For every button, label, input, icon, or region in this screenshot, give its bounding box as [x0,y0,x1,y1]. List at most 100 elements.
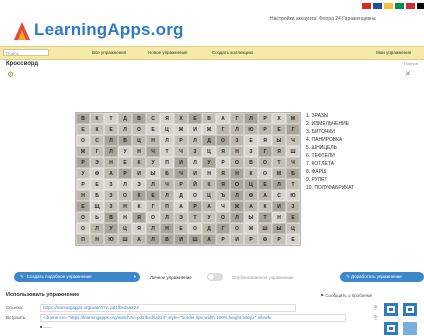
grid-cell[interactable]: И [174,157,188,168]
grid-cell[interactable]: О [188,223,202,234]
grid-cell[interactable]: В [244,157,258,168]
language-flag-icon[interactable] [417,3,424,9]
grid-cell[interactable]: Л [104,146,118,157]
grid-cell[interactable]: Ф [244,190,258,201]
grid-cell[interactable]: Я [216,168,230,179]
grid-cell[interactable]: Р [76,157,90,168]
grid-cell[interactable]: Л [272,179,286,190]
grid-cell[interactable]: О [188,190,202,201]
grid-cell[interactable]: З [286,201,300,212]
grid-cell[interactable]: Л [230,212,244,223]
grid-cell[interactable]: Ф [258,234,272,245]
grid-cell[interactable]: О [258,168,272,179]
grid-cell[interactable]: Н [132,146,146,157]
grid-cell[interactable]: П [160,157,174,168]
grid-cell[interactable]: Ы [272,135,286,146]
qr-code[interactable] [384,303,420,336]
logo-icon[interactable] [14,22,30,40]
grid-cell[interactable]: Н [76,190,90,201]
grid-cell[interactable]: Ч [174,146,188,157]
grid-cell[interactable]: И [174,234,188,245]
grid-cell[interactable]: Ы [146,168,160,179]
brand-logo[interactable]: LearningApps.org [34,20,184,40]
grid-cell[interactable]: Ч [286,135,300,146]
report-problem-link[interactable]: ⚑ Сообщить о проблеме [320,293,372,299]
grid-cell[interactable]: Х [272,113,286,124]
grid-cell[interactable]: Е [244,135,258,146]
grid-cell[interactable]: Ы [244,212,258,223]
grid-cell[interactable]: Т [188,212,202,223]
grid-cell[interactable]: Э [174,212,188,223]
grid-cell[interactable]: К [132,190,146,201]
grid-cell[interactable]: П [160,201,174,212]
fullscreen-link[interactable]: Полное [404,61,418,66]
grid-cell[interactable]: С [272,190,286,201]
grid-cell[interactable]: Е [118,157,132,168]
language-flags[interactable] [362,3,424,9]
grid-cell[interactable]: Н [104,157,118,168]
grid-cell[interactable]: И [132,168,146,179]
grid-cell[interactable]: Г [286,124,300,135]
crossword-grid[interactable]: ВКТДВСЯХЕВАГЛРХМЕКЕЛОЕЦЖИЖГЛЮРЕГОСЛВЦНЛР… [75,112,301,246]
grid-cell[interactable]: Н [118,201,132,212]
grid-cell[interactable]: Ю [244,124,258,135]
grid-cell[interactable]: А [258,190,272,201]
grid-cell[interactable]: Р [258,124,272,135]
grid-cell[interactable]: Ц [160,124,174,135]
grid-cell[interactable]: Н [272,212,286,223]
grid-cell[interactable]: Е [146,124,160,135]
grid-cell[interactable]: Р [258,113,272,124]
grid-cell[interactable]: О [230,179,244,190]
language-flag-icon[interactable] [373,3,382,9]
grid-cell[interactable]: Ч [286,157,300,168]
grid-cell[interactable]: К [90,113,104,124]
language-flag-icon[interactable] [384,3,393,9]
grid-cell[interactable]: Л [146,223,160,234]
grid-cell[interactable]: Л [160,135,174,146]
grid-cell[interactable]: У [104,223,118,234]
grid-cell[interactable]: З [104,179,118,190]
grid-cell[interactable]: Л [244,113,258,124]
grid-cell[interactable]: К [244,168,258,179]
grid-cell[interactable]: У [118,146,132,157]
grid-cell[interactable]: Н [160,223,174,234]
grid-cell[interactable]: Ц [202,190,216,201]
grid-cell[interactable]: Ж [244,223,258,234]
grid-cell[interactable]: Щ [90,201,104,212]
grid-cell[interactable]: В [104,212,118,223]
grid-cell[interactable]: А [174,201,188,212]
grid-cell[interactable]: Е [76,124,90,135]
grid-cell[interactable]: О [216,212,230,223]
grid-cell[interactable]: Ц [118,223,132,234]
grid-cell[interactable]: Ж [202,124,216,135]
grid-cell[interactable]: У [202,212,216,223]
nav-my-exercises[interactable]: Мои упражнения [376,50,411,55]
language-flag-icon[interactable] [362,3,371,9]
grid-cell[interactable]: И [230,234,244,245]
chevron-down-icon[interactable]: ▾ [134,272,136,282]
grid-cell[interactable]: Ш [286,146,300,157]
grid-cell[interactable]: Ш [258,223,272,234]
grid-cell[interactable]: Р [76,179,90,190]
grid-cell[interactable]: О [76,212,90,223]
grid-cell[interactable]: Д [174,190,188,201]
grid-cell[interactable]: Ч [146,146,160,157]
grid-cell[interactable]: Е [286,234,300,245]
grid-cell[interactable]: З [230,135,244,146]
grid-cell[interactable]: С [146,113,160,124]
more-options[interactable]: ■ —— [40,324,52,329]
grid-cell[interactable]: Л [146,234,160,245]
grid-cell[interactable]: О [132,124,146,135]
grid-cell[interactable]: Х [174,113,188,124]
grid-cell[interactable]: В [202,113,216,124]
grid-cell[interactable]: Р [272,234,286,245]
grid-cell[interactable]: Н [230,146,244,157]
grid-cell[interactable]: Ц [132,135,146,146]
grid-cell[interactable]: Н [230,168,244,179]
grid-cell[interactable]: Р [174,179,188,190]
grid-cell[interactable]: Б [90,190,104,201]
pin-icon[interactable]: ✕ [405,70,411,78]
grid-cell[interactable]: Д [118,113,132,124]
grid-cell[interactable]: М [272,168,286,179]
grid-cell[interactable]: Н [90,234,104,245]
